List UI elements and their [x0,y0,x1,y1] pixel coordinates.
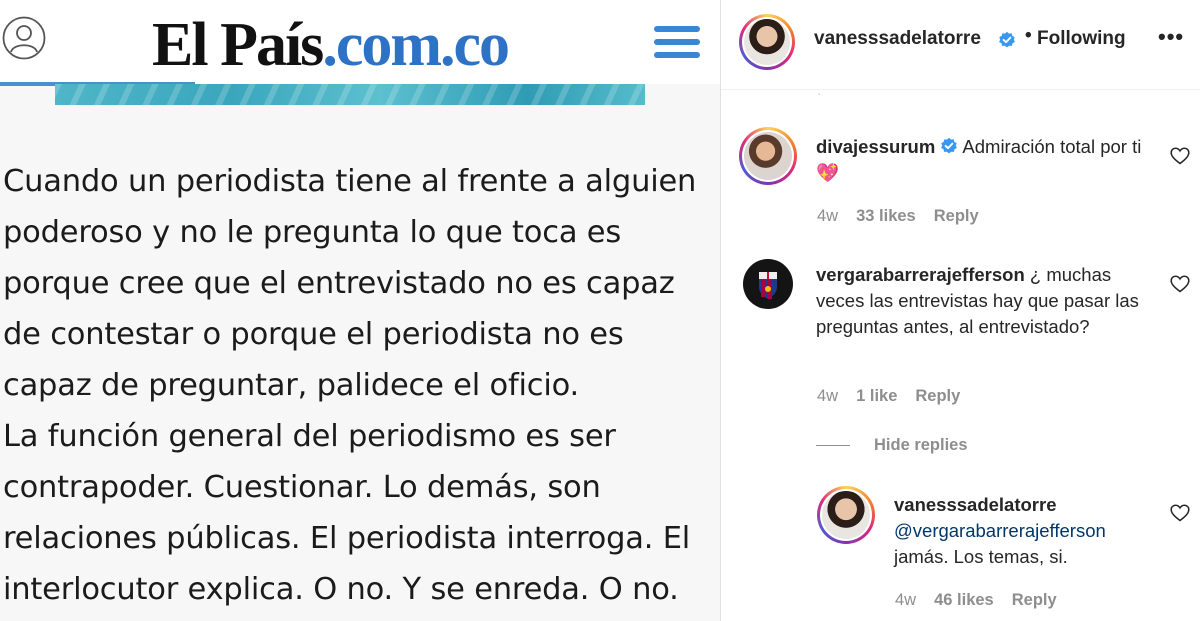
following-button[interactable]: Following [1037,28,1126,50]
reply-button[interactable]: Reply [1012,591,1057,610]
logo-main-text: El País [152,11,324,79]
comment-username[interactable]: divajessurum [816,136,935,157]
header-username[interactable]: vanesssadelatorre [814,28,981,50]
comment-meta: 4w 33 likes Reply [817,207,979,226]
verified-badge-icon [999,31,1015,48]
reply-button[interactable]: Reply [934,207,979,226]
site-logo[interactable]: El País .com.co [152,10,510,79]
comment-likes[interactable]: 46 likes [934,591,994,610]
comment-username[interactable]: vergarabarrerajefferson [816,264,1025,285]
hide-replies-button[interactable]: Hide replies [816,436,968,455]
hamburger-menu-icon[interactable] [654,26,700,58]
hide-replies-label: Hide replies [874,436,968,454]
more-options-icon[interactable]: ••• [1158,24,1184,50]
article-body: Cuando un periodista tiene al frente a a… [3,156,718,615]
instagram-panel: vanesssadelatorre • Following ••• · diva… [721,0,1200,621]
club-crest-icon [759,272,777,299]
comment-body: vergarabarrerajefferson ¿ muchas veces l… [816,262,1156,340]
user-profile-icon[interactable] [2,16,46,60]
logo-domain-text: .com.co [322,11,510,79]
comment-time[interactable]: 4w [817,387,838,406]
avatar[interactable] [739,127,797,185]
article-line: La función general del periodismo es ser [3,419,616,454]
hero-image [55,84,645,105]
article-line: poderoso y no le pregunta lo que toca es [3,215,622,250]
comment-time[interactable]: 4w [817,207,838,226]
comment-likes[interactable]: 33 likes [856,207,916,226]
article-line: de contestar o porque el periodista no e… [3,317,624,352]
comment-time[interactable]: 4w [895,591,916,610]
mention-link[interactable]: @vergarabarrerajefferson [894,520,1106,541]
partial-text: · [817,86,822,101]
article-line: contrapoder. Cuestionar. Lo demás, son [3,470,601,505]
article-line: porque cree que el entrevistado no es ca… [3,266,675,301]
avatar[interactable] [739,14,795,70]
comment-username[interactable]: vanesssadelatorre [894,494,1057,515]
reply-button[interactable]: Reply [915,387,960,406]
comment-likes[interactable]: 1 like [856,387,897,406]
article-line: interlocutor explica. O no. Y se enreda.… [3,572,679,607]
heart-icon[interactable] [1170,504,1190,522]
article-line: capaz de preguntar, palidece el oficio. [3,368,580,403]
comment-meta: 4w 1 like Reply [817,387,960,406]
avatar[interactable] [743,259,793,309]
comment-body: divajessurum Admiración total por ti 💖 [816,134,1156,186]
comment-text: Admiración total por ti [962,136,1142,157]
heart-emoji: 💖 [816,162,840,183]
article-panel: El País .com.co Cuando un periodista tie… [0,0,720,621]
heart-icon[interactable] [1170,275,1190,293]
post-header: vanesssadelatorre • Following ••• [721,0,1200,90]
divider-dash [816,445,850,446]
comment-text: jamás. Los temas, si. [894,546,1068,567]
comment-meta: 4w 46 likes Reply [895,591,1057,610]
separator-dot: • [1025,25,1032,46]
avatar[interactable] [817,486,875,544]
article-line: relaciones públicas. El periodista inter… [3,521,691,556]
site-header: El País .com.co [0,0,720,84]
article-line: Cuando un periodista tiene al frente a a… [3,164,697,199]
verified-badge-icon [941,137,958,154]
comment-body: vanesssadelatorre @vergarabarrerajeffers… [894,492,1164,570]
heart-icon[interactable] [1170,147,1190,165]
